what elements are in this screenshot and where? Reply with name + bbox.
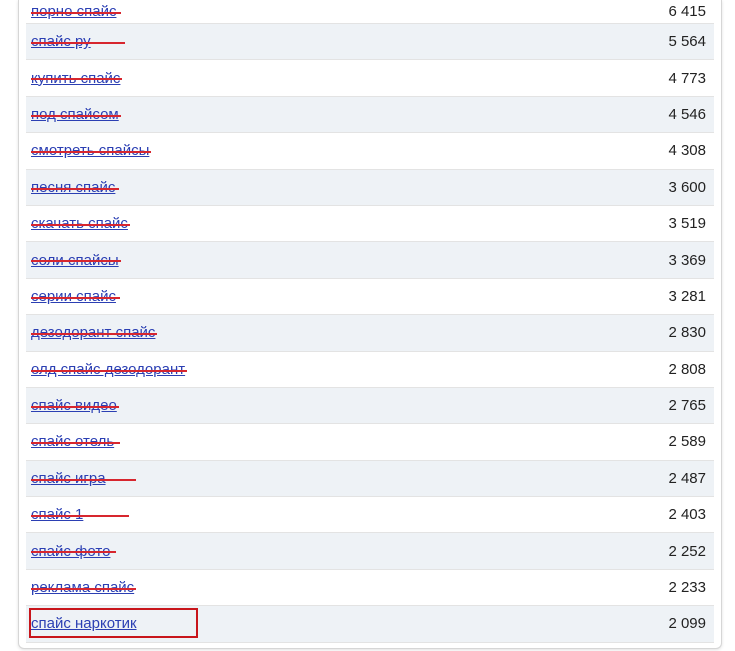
impressions-count: 2 589: [668, 433, 706, 451]
keyword-link[interactable]: олд спайс дезодорант: [31, 361, 188, 378]
strikethrough-mark: [31, 11, 122, 14]
strikethrough-mark: [31, 405, 119, 408]
impressions-count: 2 233: [668, 579, 706, 597]
strikethrough-mark: [31, 260, 121, 263]
keyword-link[interactable]: под спайсом: [31, 106, 121, 123]
table-row: дезодорант спайс 2 830: [26, 315, 714, 352]
table-row: спайс наркотик 2 099: [26, 606, 714, 643]
keyword-link[interactable]: спайс ру: [31, 33, 125, 50]
keyword-table: порно спайс 6 415 спайс ру 5 564 купить спай…: [26, 0, 714, 643]
impressions-count: 2 808: [668, 360, 706, 378]
strikethrough-mark: [31, 515, 130, 518]
table-row: скачать спайс 3 519: [26, 205, 714, 243]
keyword-link[interactable]: серии спайс: [31, 288, 120, 305]
strikethrough-mark: [31, 78, 123, 81]
strikethrough-mark: [31, 551, 117, 554]
keyword-link[interactable]: порно спайс: [31, 3, 122, 20]
keyword-link[interactable]: дезодорант спайс: [31, 324, 158, 341]
keyword-link[interactable]: купить спайс: [31, 70, 123, 87]
keyword-link[interactable]: спайс фото: [31, 543, 117, 560]
impressions-count: 2 099: [668, 615, 706, 633]
strikethrough-mark: [31, 369, 188, 372]
table-row: спайс фото 2 252: [26, 533, 714, 570]
keyword-link[interactable]: спайс игра: [31, 470, 136, 487]
keyword-link[interactable]: спайс наркотик: [31, 615, 137, 632]
table-row: олд спайс дезодорант 2 808: [26, 351, 714, 388]
strikethrough-mark: [31, 187, 120, 190]
keyword-link[interactable]: скачать спайс: [31, 215, 130, 232]
table-row: реклама спайс 2 233: [26, 569, 714, 607]
table-row: серии спайс 3 281: [26, 278, 714, 316]
keyword-link[interactable]: спайс отель: [31, 433, 121, 450]
keyword-link[interactable]: песня спайс: [31, 179, 120, 196]
strikethrough-mark: [31, 296, 120, 299]
impressions-count: 4 308: [668, 142, 706, 160]
table-row: смотреть спайсы 4 308: [26, 133, 714, 170]
impressions-count: 2 403: [668, 506, 706, 524]
table-row: купить спайс 4 773: [26, 60, 714, 97]
impressions-count: 4 773: [668, 69, 706, 87]
table-row: спайс видео 2 765: [26, 387, 714, 425]
table-row: порно спайс 6 415: [26, 0, 714, 24]
keyword-link[interactable]: спайс 1: [31, 506, 130, 523]
table-row: под спайсом 4 546: [26, 96, 714, 134]
impressions-count: 5 564: [668, 33, 706, 51]
keyword-link[interactable]: смотреть спайсы: [31, 142, 152, 159]
strikethrough-mark: [31, 333, 158, 336]
table-row: спайс 1 2 403: [26, 497, 714, 534]
impressions-count: 4 546: [668, 105, 706, 123]
strikethrough-mark: [31, 587, 137, 590]
keyword-link[interactable]: спайс видео: [31, 397, 119, 414]
keyword-link[interactable]: реклама спайс: [31, 579, 137, 596]
impressions-count: 2 487: [668, 469, 706, 487]
strikethrough-mark: [31, 478, 136, 481]
table-row: соли спайсы 3 369: [26, 242, 714, 279]
impressions-count: 2 765: [668, 397, 706, 415]
keyword-stats-panel: порно спайс 6 415 спайс ру 5 564 купить спай…: [18, 0, 722, 649]
table-row: спайс игра 2 487: [26, 460, 714, 498]
impressions-count: 3 369: [668, 251, 706, 269]
impressions-count: 3 519: [668, 215, 706, 233]
impressions-count: 6 415: [668, 3, 706, 20]
strikethrough-mark: [31, 114, 121, 117]
table-row: спайс отель 2 589: [26, 424, 714, 461]
table-row: спайс ру 5 564: [26, 24, 714, 61]
strikethrough-mark: [31, 442, 121, 445]
impressions-count: 2 830: [668, 324, 706, 342]
keyword-link[interactable]: соли спайсы: [31, 252, 121, 269]
impressions-count: 2 252: [668, 542, 706, 560]
impressions-count: 3 600: [668, 178, 706, 196]
impressions-count: 3 281: [668, 287, 706, 305]
strikethrough-mark: [31, 223, 130, 226]
strikethrough-mark: [31, 42, 125, 45]
strikethrough-mark: [31, 151, 152, 154]
table-row: песня спайс 3 600: [26, 169, 714, 206]
